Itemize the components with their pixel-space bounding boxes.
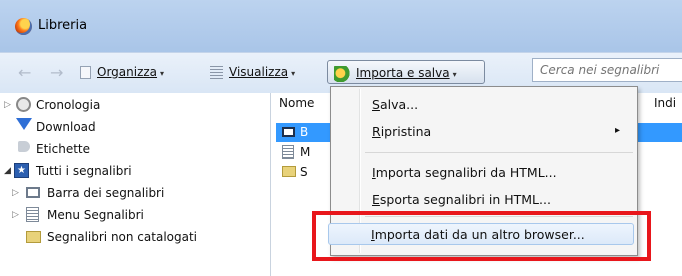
chevron-down-icon: ▾ — [160, 69, 165, 78]
menu-item-export-html[interactable]: Esporta segnalibri in HTML... — [372, 192, 551, 207]
search-input[interactable] — [532, 58, 682, 82]
sidebar-item-label: Menu Segnalibri — [47, 208, 144, 222]
back-arrow-icon[interactable]: ← — [18, 63, 31, 82]
chevron-down-icon: ▾ — [452, 70, 457, 79]
unsorted-folder-icon — [26, 231, 41, 243]
title-bar: Libreria — [0, 0, 682, 52]
menu-list-icon — [26, 207, 39, 222]
sidebar-item-label: Barra dei segnalibri — [47, 186, 165, 200]
menu-item-import-html[interactable]: Importa segnalibri da HTML... — [372, 165, 557, 180]
table-row[interactable]: S — [276, 163, 336, 182]
menu-list-icon — [282, 145, 294, 159]
unsorted-folder-icon — [282, 166, 296, 177]
clock-icon — [16, 97, 31, 112]
row-label: B — [300, 125, 309, 139]
sidebar-item-label: Download — [36, 120, 96, 134]
menu-separator — [365, 152, 633, 153]
import-star-icon — [334, 65, 350, 82]
menu-item-save[interactable]: Salva... — [372, 97, 418, 112]
sidebar-item-label: Tutti i segnalibri — [36, 164, 132, 178]
bookmarks-star-icon: ★ — [14, 163, 29, 178]
document-icon — [80, 66, 91, 79]
list-view-icon — [210, 66, 223, 79]
chevron-down-icon: ▾ — [291, 69, 296, 78]
window-title: Libreria — [38, 18, 88, 33]
forward-arrow-icon[interactable]: → — [50, 63, 63, 82]
collapse-arrow-icon[interactable]: ◢ — [4, 161, 11, 181]
table-row[interactable]: M — [276, 143, 336, 162]
column-header-address[interactable]: Indi — [654, 96, 676, 110]
sidebar-item-label: Cronologia — [36, 98, 101, 112]
sidebar-item-label: Segnalibri non catalogati — [47, 230, 198, 244]
expand-arrow-icon[interactable]: ▷ — [12, 183, 19, 203]
organize-button[interactable]: Organizza ▾ — [80, 60, 164, 84]
tag-icon — [18, 141, 30, 152]
menu-item-restore[interactable]: Ripristina — [372, 124, 431, 139]
sidebar: ▷ Cronologia Download Etichette ◢ ★ Tutt… — [0, 93, 271, 276]
import-save-button[interactable]: Importa e salva ▾ — [327, 60, 485, 84]
toolbar-icon — [282, 127, 295, 137]
highlight-callout-box — [312, 211, 651, 261]
toolbar-icon — [26, 187, 40, 198]
import-save-label: Importa e salva — [356, 66, 450, 80]
firefox-logo-icon — [15, 18, 32, 35]
download-arrow-icon — [16, 118, 32, 130]
submenu-arrow-icon: ▸ — [615, 125, 621, 136]
sidebar-item-label: Etichette — [36, 142, 90, 156]
expand-arrow-icon[interactable]: ▷ — [4, 95, 11, 115]
row-label: M — [300, 145, 311, 159]
view-button[interactable]: Visualizza ▾ — [210, 60, 295, 84]
row-label: S — [300, 165, 308, 179]
view-label: Visualizza — [229, 65, 289, 79]
column-header-name[interactable]: Nome — [279, 96, 314, 110]
expand-arrow-icon[interactable]: ▷ — [12, 205, 19, 225]
organize-label: Organizza — [97, 65, 158, 79]
